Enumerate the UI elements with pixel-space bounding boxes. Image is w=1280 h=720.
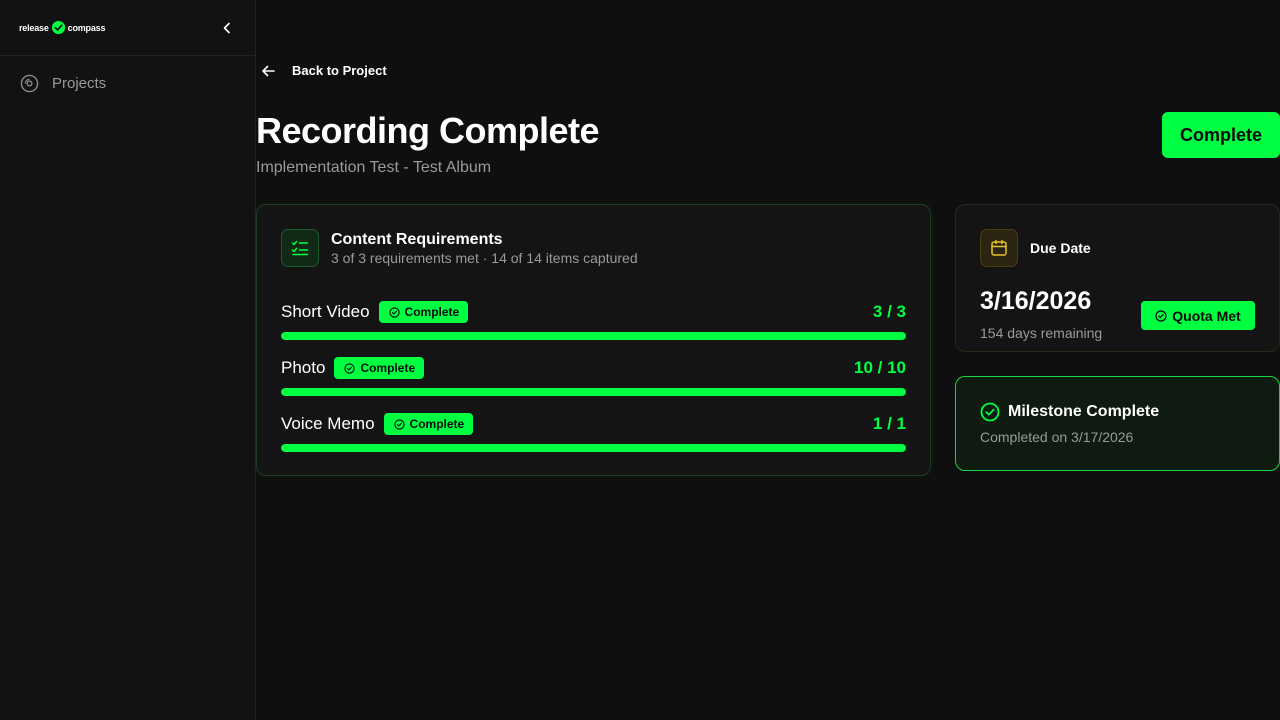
status-complete-button[interactable]: Complete [1162,112,1280,158]
collapse-sidebar-button[interactable] [219,20,235,36]
progress-bar [281,444,906,452]
due-date-label: Due Date [1030,240,1091,256]
requirement-row: Voice Memo Complete 1 / 1 [281,412,906,452]
status-badge: Complete [334,357,425,379]
logo-text-left: release [19,22,49,33]
quota-met-badge: Quota Met [1141,301,1255,330]
arrow-left-icon [262,65,275,76]
badge-label: Complete [404,305,460,319]
progress-fill [281,444,906,452]
milestone-title-text: Milestone Complete [1008,403,1160,420]
progress-fill [281,388,906,396]
requirements-title: Content Requirements [331,230,503,248]
compass-check-icon [51,20,65,35]
sidebar-item-label: Projects [52,75,107,92]
check-circle-icon [393,418,405,430]
requirement-count: 10 / 10 [854,358,906,377]
progress-bar [281,388,906,396]
calendar-icon [991,239,1007,256]
content-requirements-card: Content Requirements 3 of 3 requirements… [256,204,931,476]
back-label: Back to Project [292,63,387,78]
status-badge: Complete [383,413,474,435]
requirement-name: Voice Memo [281,414,375,433]
requirements-summary: 3 of 3 requirements met · 14 of 14 items… [331,249,638,266]
requirement-row: Photo Complete 10 / 10 [281,356,906,396]
sidebar: release compass Projects [0,0,256,720]
page-subtitle: Implementation Test - Test Album [256,159,492,176]
badge-label: Complete [409,417,465,431]
quota-label: Quota Met [1172,307,1241,324]
requirement-row: Short Video Complete 3 / 3 [281,300,906,340]
milestone-complete-card: Milestone Complete Completed on 3/17/202… [955,376,1280,471]
app-logo[interactable]: release compass [19,20,105,35]
requirements-icon-box [281,229,319,267]
requirement-name: Short Video [281,302,370,321]
requirement-count: 1 / 1 [872,414,906,433]
requirements-header: Content Requirements 3 of 3 requirements… [281,229,638,267]
chevron-left-icon [223,22,230,33]
sidebar-header: release compass [0,0,255,56]
list-checks-icon [291,240,309,256]
due-date-header: Due Date [980,229,1091,267]
requirement-name: Photo [281,358,326,377]
disc-icon [20,74,39,93]
check-circle-icon [344,362,356,374]
milestone-completed-date: Completed on 3/17/2026 [980,429,1134,445]
status-badge: Complete [378,301,469,323]
due-date-value: 3/16/2026 [980,287,1092,315]
check-circle-icon [980,402,1000,422]
due-date-card: Due Date 3/16/2026 154 days remaining Qu… [955,204,1280,352]
check-circle-icon [388,306,400,318]
progress-bar [281,332,906,340]
page-title: Recording Complete [256,110,600,151]
badge-label: Complete [360,361,416,375]
check-circle-icon [1155,309,1167,322]
milestone-title: Milestone Complete [980,402,1159,422]
sidebar-item-projects[interactable]: Projects [20,74,106,93]
requirement-count: 3 / 3 [872,302,906,321]
logo-text-right: compass [67,22,106,33]
main-content: Back to Project Recording Complete Imple… [256,0,1280,720]
back-to-project-link[interactable]: Back to Project [261,63,387,78]
due-icon-box [980,229,1018,267]
days-remaining: 154 days remaining [980,325,1103,341]
progress-fill [281,332,906,340]
